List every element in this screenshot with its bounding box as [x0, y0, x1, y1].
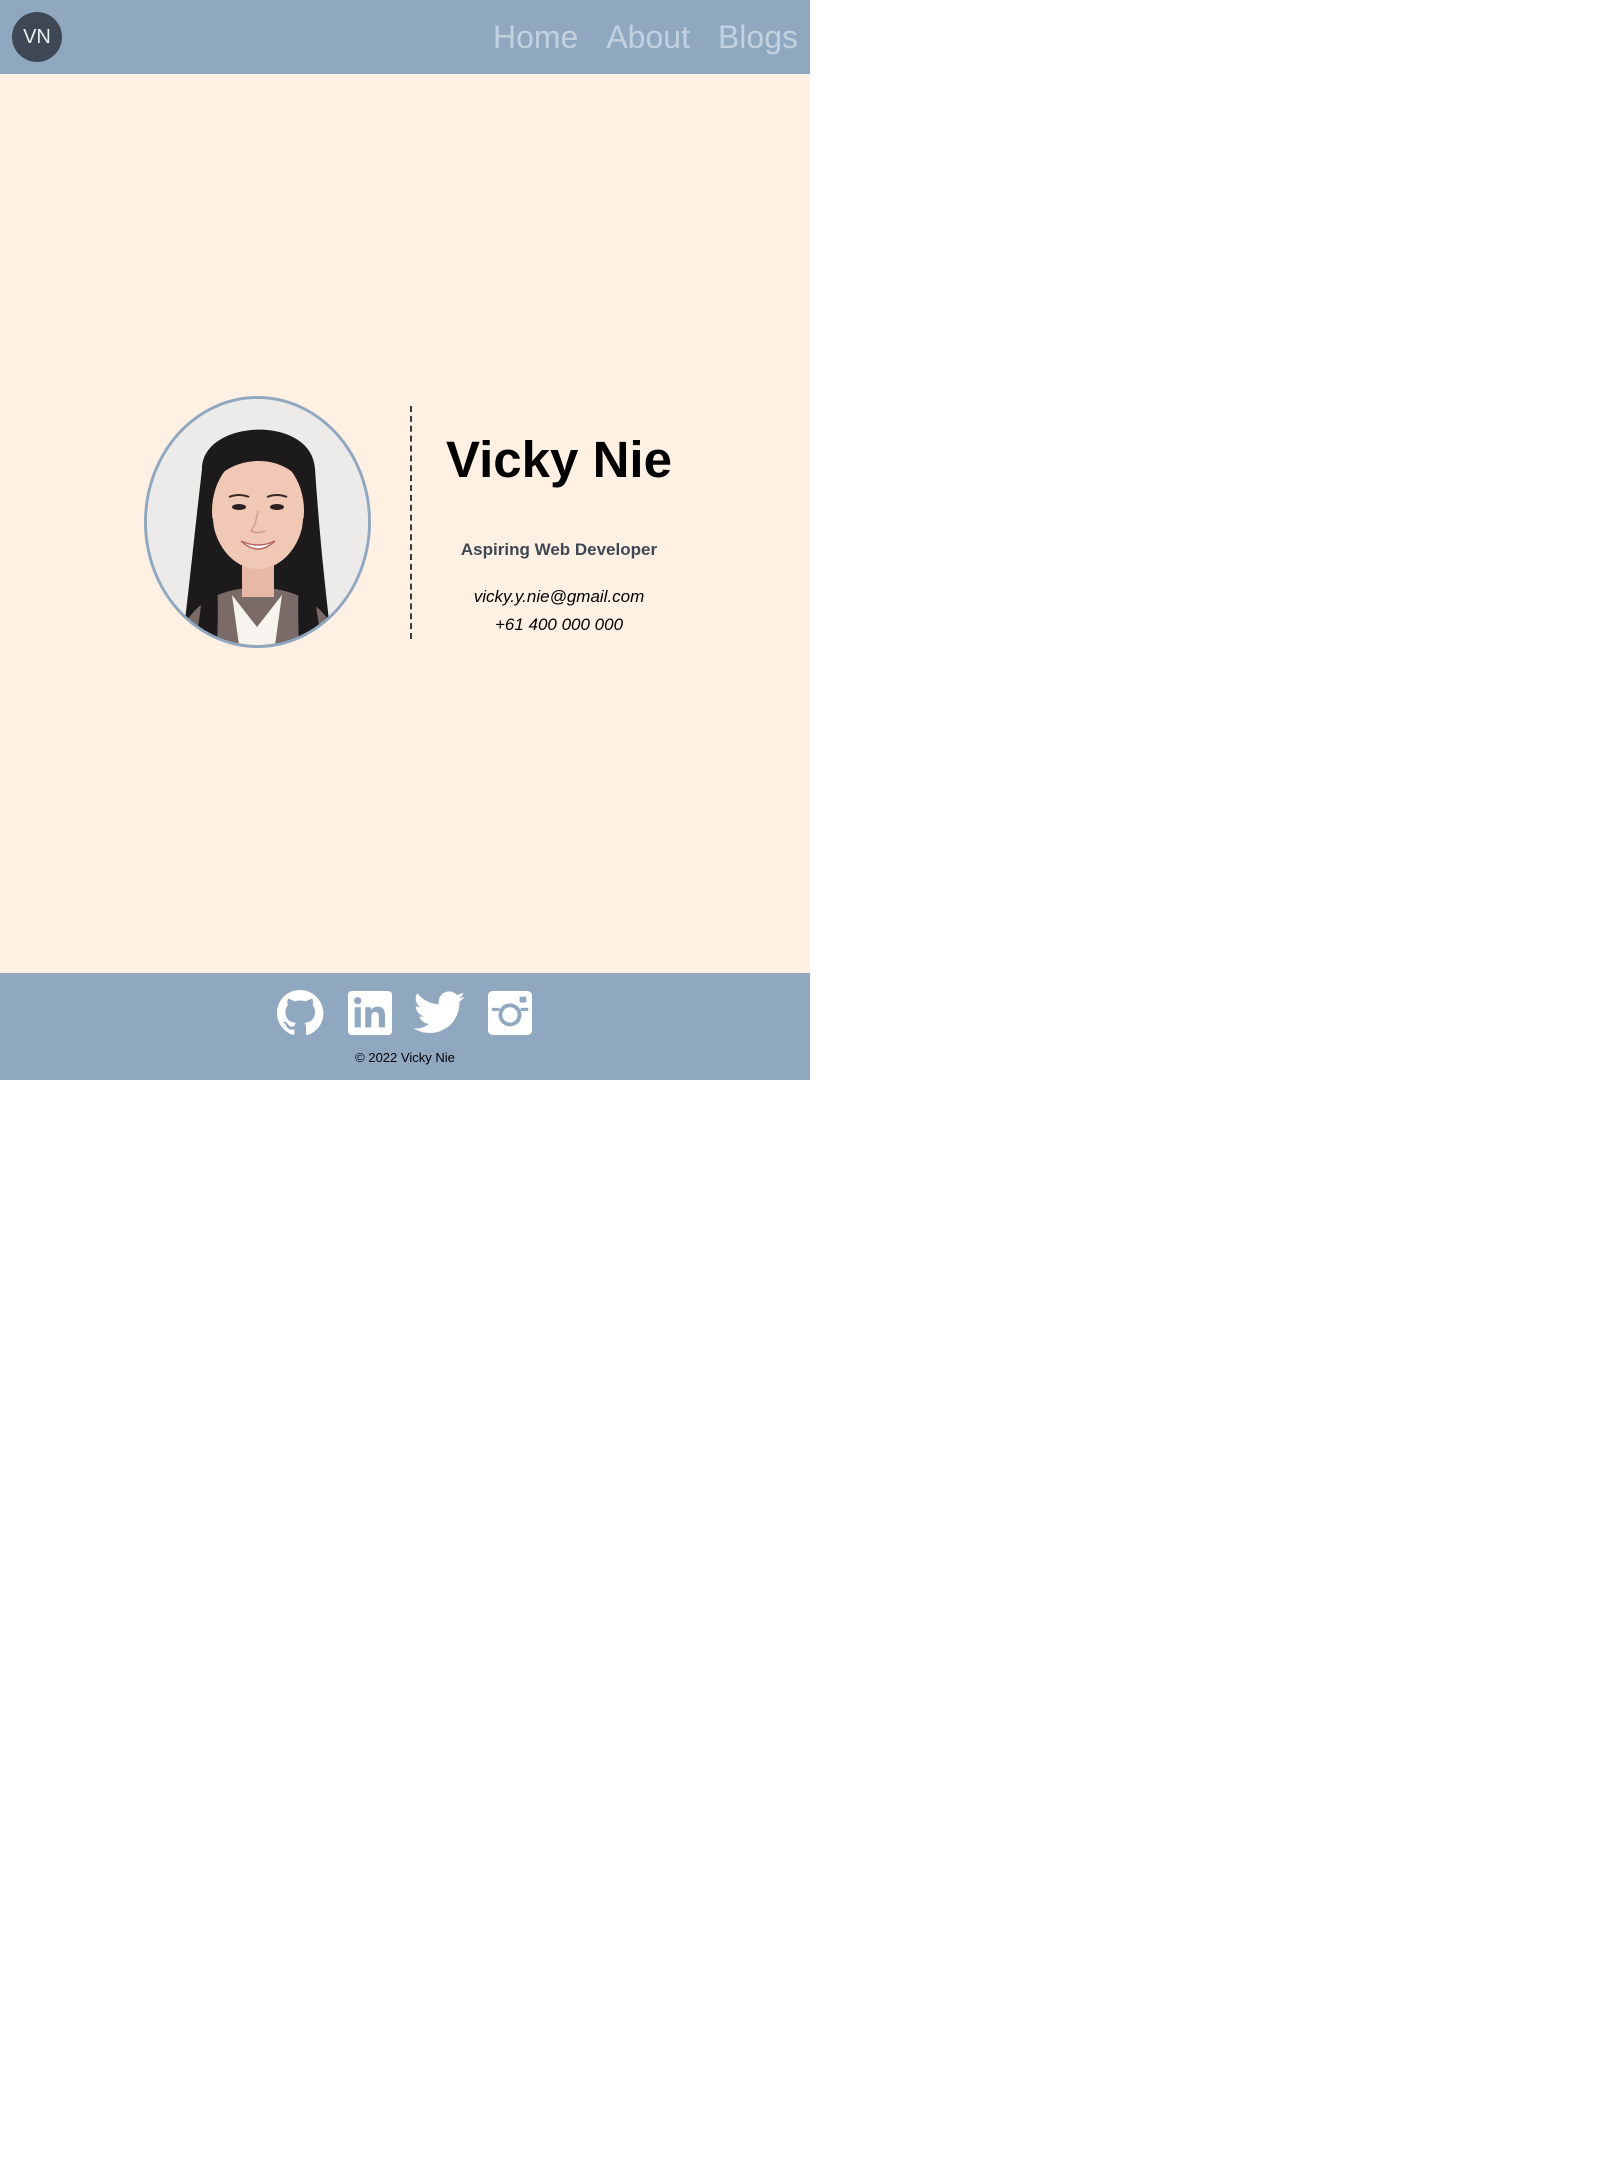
main-nav: Home About Blogs: [493, 0, 798, 74]
github-icon[interactable]: [274, 988, 326, 1038]
profile-phone: +61 400 000 000: [494, 615, 624, 634]
dashed-divider: [410, 406, 412, 639]
profile-info: Vicky Nie Aspiring Web Developer vicky.y…: [418, 434, 700, 635]
profile-email[interactable]: vicky.y.nie@gmail.com: [418, 587, 700, 607]
site-footer: © 2022 Vicky Nie: [0, 973, 810, 1080]
linkedin-icon[interactable]: [344, 988, 396, 1038]
profile-name: Vicky Nie: [446, 431, 672, 488]
social-links: [0, 988, 810, 1038]
hero-section: Vicky Nie Aspiring Web Developer vicky.y…: [0, 74, 810, 973]
nav-home-link[interactable]: Home: [493, 19, 578, 56]
site-header: VN Home About Blogs: [0, 0, 810, 74]
instagram-icon[interactable]: [484, 988, 536, 1038]
nav-blogs-link[interactable]: Blogs: [718, 19, 798, 56]
logo-badge[interactable]: VN: [12, 12, 62, 62]
page: VN Home About Blogs Vicky Nie Aspiring W…: [0, 0, 810, 2160]
nav-about-link[interactable]: About: [606, 19, 690, 56]
profile-photo: [144, 396, 371, 648]
twitter-icon[interactable]: [414, 988, 466, 1038]
profile-role: Aspiring Web Developer: [460, 540, 658, 559]
portrait-image: [147, 399, 368, 645]
copyright-text: © 2022 Vicky Nie: [355, 1050, 455, 1065]
